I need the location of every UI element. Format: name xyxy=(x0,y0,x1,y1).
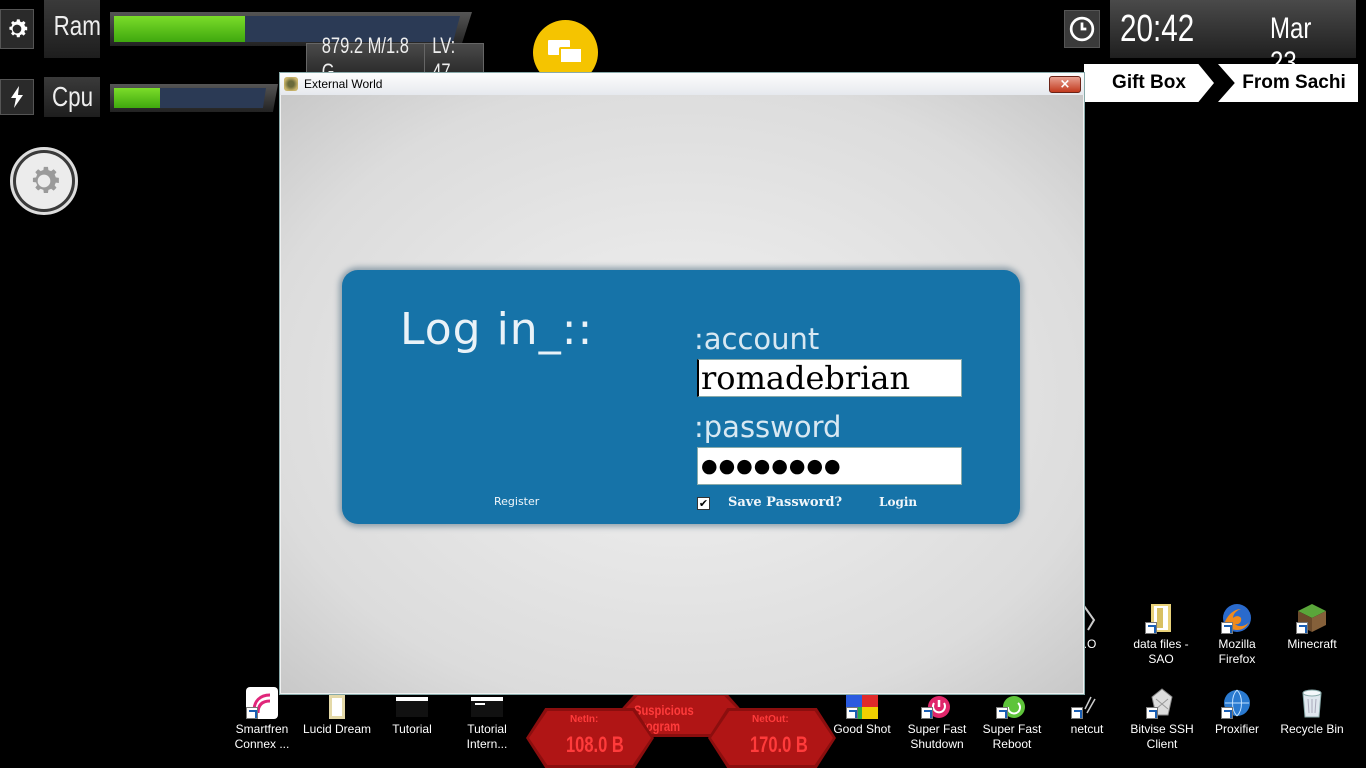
netin-label: NetIn: xyxy=(570,714,599,725)
netin-badge: NetIn: 108.0 B xyxy=(526,708,654,768)
close-icon: × xyxy=(1059,77,1071,92)
account-value: romadebrian xyxy=(701,359,911,397)
gear-icon xyxy=(32,166,59,194)
desktop-icon-data-files[interactable]: data files - SAO xyxy=(1124,602,1198,667)
password-value: ●●●●●●●● xyxy=(701,455,842,477)
cpu-bar xyxy=(110,84,278,112)
tab-gift-box[interactable]: Gift Box xyxy=(1084,64,1214,102)
password-input[interactable]: ●●●●●●●● xyxy=(697,447,962,485)
desktop-icon-firefox[interactable]: Mozilla Firefox xyxy=(1200,602,1274,667)
chat-icon xyxy=(547,39,583,64)
desktop-icon-proxifier[interactable]: Proxifier xyxy=(1200,687,1274,737)
clock-icon xyxy=(1069,16,1095,42)
settings-button[interactable] xyxy=(10,147,78,215)
ram-bar-fill xyxy=(114,16,246,42)
gear-icon xyxy=(9,19,28,38)
desktop-icon-minecraft[interactable]: Minecraft xyxy=(1275,602,1349,652)
cpu-bar-fill xyxy=(114,88,160,108)
netout-badge: NetOut: 170.0 B xyxy=(708,708,836,768)
window-title: External World xyxy=(304,77,383,91)
desktop-icon-lucid-dream[interactable]: Lucid Dream xyxy=(300,695,374,737)
login-heading: Log in_:: xyxy=(400,304,594,355)
desktop-icon-smartfren[interactable]: Smartfren Connex ... xyxy=(225,687,299,752)
desktop-icon-netcut[interactable]: netcut xyxy=(1050,695,1124,737)
login-button[interactable]: Login xyxy=(879,495,917,509)
window-client-area: Log in_:: :account romadebrian :password… xyxy=(281,95,1083,693)
cpu-label: Cpu xyxy=(44,77,100,117)
desktop-icon-tutorial-intern[interactable]: Tutorial Intern... xyxy=(450,695,524,752)
account-label: :account xyxy=(694,322,820,356)
cpu-icon-box xyxy=(0,79,34,115)
clock-time: 20:42 xyxy=(1120,8,1195,50)
level-stat: LV: 47 xyxy=(424,33,484,84)
desktop-icon-recycle-bin[interactable]: Recycle Bin xyxy=(1275,687,1349,737)
password-label: :password xyxy=(694,410,842,444)
document-icon xyxy=(329,695,345,719)
external-world-window: External World × Log in_:: :account roma… xyxy=(279,72,1085,695)
login-panel: Log in_:: :account romadebrian :password… xyxy=(342,270,1020,524)
clock-display: 20:42 Mar 23 xyxy=(1110,0,1356,79)
window-titlebar[interactable]: External World xyxy=(280,73,1084,95)
tab-from-sachi[interactable]: From Sachi xyxy=(1218,64,1358,102)
desktop-icon-super-fast-shutdown[interactable]: Super Fast Shutdown xyxy=(900,695,974,752)
desktop-icon-super-fast-reboot[interactable]: Super Fast Reboot xyxy=(975,695,1049,752)
window-close-button[interactable]: × xyxy=(1049,76,1081,93)
netin-value: 108.0 B xyxy=(566,732,624,757)
account-input[interactable]: romadebrian xyxy=(697,359,962,397)
recycle-bin-icon xyxy=(1302,689,1322,718)
window-icon xyxy=(471,697,503,717)
desktop-icon-good-shot[interactable]: Good Shot xyxy=(825,695,899,737)
ram-bar xyxy=(110,12,472,46)
window-icon xyxy=(396,697,428,717)
save-password-checkbox[interactable]: ✔ xyxy=(697,497,710,510)
app-icon xyxy=(284,77,298,91)
ram-label: Ram xyxy=(44,0,101,58)
memory-stat: 879.2 M/1.8 G xyxy=(306,33,426,84)
clock-icon-box xyxy=(1064,10,1100,48)
lightning-icon xyxy=(11,86,23,108)
register-link[interactable]: Register xyxy=(494,495,539,508)
settings-gear-icon-box[interactable] xyxy=(0,9,34,49)
desktop-icon-bitvise[interactable]: Bitvise SSH Client xyxy=(1125,687,1199,752)
netout-value: 170.0 B xyxy=(750,732,808,757)
save-password-label: Save Password? xyxy=(728,495,843,510)
desktop-icon-tutorial[interactable]: Tutorial xyxy=(375,695,449,737)
netout-label: NetOut: xyxy=(752,714,789,725)
